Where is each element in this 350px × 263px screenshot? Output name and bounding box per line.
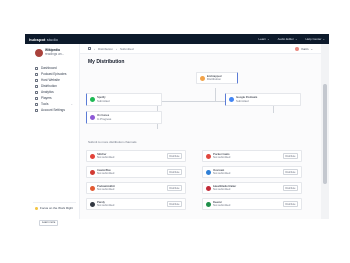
google-podcasts-icon xyxy=(229,97,234,102)
top-nav-learn[interactable]: Learn ⌄ xyxy=(258,37,269,41)
grid-icon xyxy=(35,66,38,70)
channel-card[interactable]: Deezer Not submitted Distribute xyxy=(202,198,302,210)
profile-sub: readings an... xyxy=(45,52,65,56)
top-nav-help-center[interactable]: Help Center ⌄ xyxy=(305,37,325,41)
channel-card[interactable]: PodcastAddict Not submitted Distribute xyxy=(86,182,186,194)
channel-status: Not submitted xyxy=(97,203,115,207)
page-title: My Distribution xyxy=(88,59,125,65)
channel-logo-icon xyxy=(90,169,95,175)
share-icon xyxy=(35,84,38,88)
channel-status: Not submitted xyxy=(97,187,115,191)
gear-icon xyxy=(35,108,38,112)
chart-icon xyxy=(35,90,38,94)
channel-card[interactable]: Stitcher Not submitted Distribute xyxy=(86,150,186,162)
top-bar: hubspot studio Learn ⌄ Audio Editor ⌄ Help… xyxy=(25,34,329,44)
distribute-button[interactable]: Distribute xyxy=(282,201,298,207)
distribute-button[interactable]: Distribute xyxy=(166,201,182,207)
home-icon[interactable] xyxy=(88,47,91,50)
play-icon xyxy=(35,96,38,100)
google-podcasts-card[interactable]: Google Podcasts Submitted xyxy=(225,93,301,106)
distribute-button[interactable]: Distribute xyxy=(166,169,182,175)
channel-status: Not submitted xyxy=(213,203,231,207)
distribute-button[interactable]: Distribute xyxy=(282,169,298,175)
distribute-button[interactable]: Distribute xyxy=(282,153,298,159)
chevron-down-icon: ⌄ xyxy=(310,46,313,51)
channel-status: Not submitted xyxy=(213,171,231,175)
chevron-down-icon: ⌄ xyxy=(70,102,73,106)
breadcrumb: › Distribution › Submitted xyxy=(88,47,134,51)
scrollbar[interactable] xyxy=(321,44,329,219)
hub-card[interactable]: Embrapped Distribution xyxy=(196,72,238,84)
lightbulb-icon xyxy=(35,206,38,210)
distribute-button[interactable]: Distribute xyxy=(166,185,182,191)
itunes-card[interactable]: On Itunes In Progress xyxy=(86,111,162,124)
user-menu[interactable]: Karin ⌄ xyxy=(295,46,313,51)
user-avatar xyxy=(295,46,300,51)
section-label: Submit to more distribution channels xyxy=(88,140,137,144)
globe-icon xyxy=(35,78,38,82)
promo-button[interactable]: Learn more xyxy=(39,219,59,226)
channel-logo-icon xyxy=(206,201,211,207)
channel-logo-icon xyxy=(90,201,95,207)
sidebar-item-account-settings[interactable]: Account Settings xyxy=(25,107,79,113)
channel-card[interactable]: Overcast Not submitted Distribute xyxy=(202,166,302,178)
main-content: › Distribution › Submitted Karin ⌄ My Di… xyxy=(80,44,321,219)
channel-logo-icon xyxy=(90,153,95,159)
channel-logo-icon xyxy=(206,153,211,159)
spotify-icon xyxy=(90,97,95,102)
channel-card[interactable]: iHeartRadio Ratter Not submitted Distribut… xyxy=(202,182,302,194)
brand-logo[interactable]: hubspot studio xyxy=(29,37,58,42)
scrollbar-thumb[interactable] xyxy=(323,84,327,184)
channel-card[interactable]: Pandy Not submitted Distribute xyxy=(86,198,186,210)
tool-icon xyxy=(35,102,38,106)
sidebar: Wikipedia readings an... Dashboard Podca… xyxy=(25,44,80,226)
breadcrumb-bar: › Distribution › Submitted Karin ⌄ xyxy=(80,44,321,54)
channel-status: Not submitted xyxy=(97,171,115,175)
breadcrumb-distribution[interactable]: Distribution xyxy=(98,47,113,51)
channel-status: Not submitted xyxy=(213,187,231,191)
promo-box: Focus on the Work Right Learn more xyxy=(33,202,76,226)
top-nav-audio-editor[interactable]: Audio Editor ⌄ xyxy=(278,37,298,41)
channel-logo-icon xyxy=(90,185,95,191)
distribute-button[interactable]: Distribute xyxy=(166,153,182,159)
sidebar-nav: Dashboard Podcast Episodes Host Website … xyxy=(25,65,79,113)
channel-logo-icon xyxy=(206,185,211,191)
list-icon xyxy=(35,72,38,76)
channel-status: Not submitted xyxy=(213,155,231,159)
channel-logo-icon xyxy=(206,169,211,175)
app-window: Wikipedia readings an... Dashboard Podca… xyxy=(25,44,329,226)
channel-card[interactable]: Pocket Casts Not submitted Distribute xyxy=(202,150,302,162)
breadcrumb-submitted: Submitted xyxy=(120,46,134,51)
hub-logo-icon xyxy=(200,75,205,81)
spotify-card[interactable]: Spotify Submitted xyxy=(86,93,162,106)
distribute-button[interactable]: Distribute xyxy=(282,185,298,191)
channel-card[interactable]: Castro/Box Not submitted Distribute xyxy=(86,166,186,178)
avatar xyxy=(35,49,43,57)
channel-status: Not submitted xyxy=(97,155,115,159)
top-nav: Learn ⌄ Audio Editor ⌄ Help Center ⌄ xyxy=(258,37,325,41)
itunes-icon xyxy=(90,115,95,120)
profile[interactable]: Wikipedia readings an... xyxy=(25,44,79,60)
